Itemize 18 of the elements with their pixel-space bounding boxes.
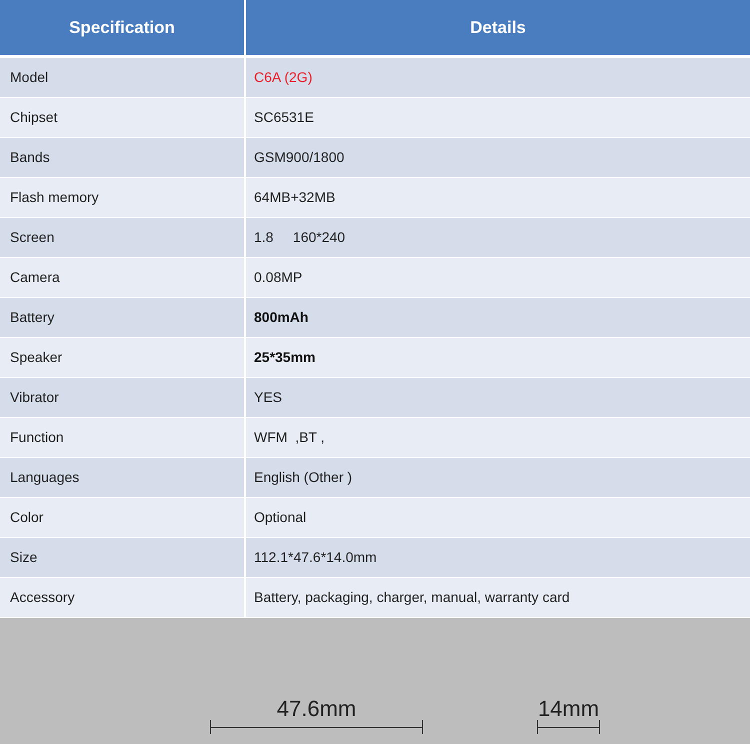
table-cell-text: YES	[253, 388, 284, 407]
table-cell-text: WFM ,BT ,	[253, 428, 326, 447]
table-cell-text: SC6531E	[253, 108, 315, 127]
table-cell-text: 1.8 160*240	[253, 228, 346, 247]
table-cell-text: 800mAh	[253, 308, 310, 327]
table-cell-text: 64MB+32MB	[253, 188, 336, 207]
table-cell-text: 112.1*47.6*14.0mm	[253, 548, 378, 567]
table-cell-text: 25*35mm	[253, 348, 316, 367]
table-cell-text: 0.08MP	[253, 268, 304, 287]
column-header: Specification	[0, 0, 246, 55]
table-cell-text: Optional	[253, 508, 308, 527]
table-cell-text: English (Other )	[253, 468, 354, 487]
column-header: Details	[469, 16, 527, 39]
dimension-line: 47.6mm	[210, 698, 423, 734]
table-cell-text: GSM900/1800	[253, 148, 346, 167]
table-cell-text: Battery, packaging, charger, manual, warranty card	[253, 588, 571, 607]
table-cell-text: C6A (2G)	[253, 68, 314, 87]
dimension-line: 14mm	[537, 698, 600, 734]
